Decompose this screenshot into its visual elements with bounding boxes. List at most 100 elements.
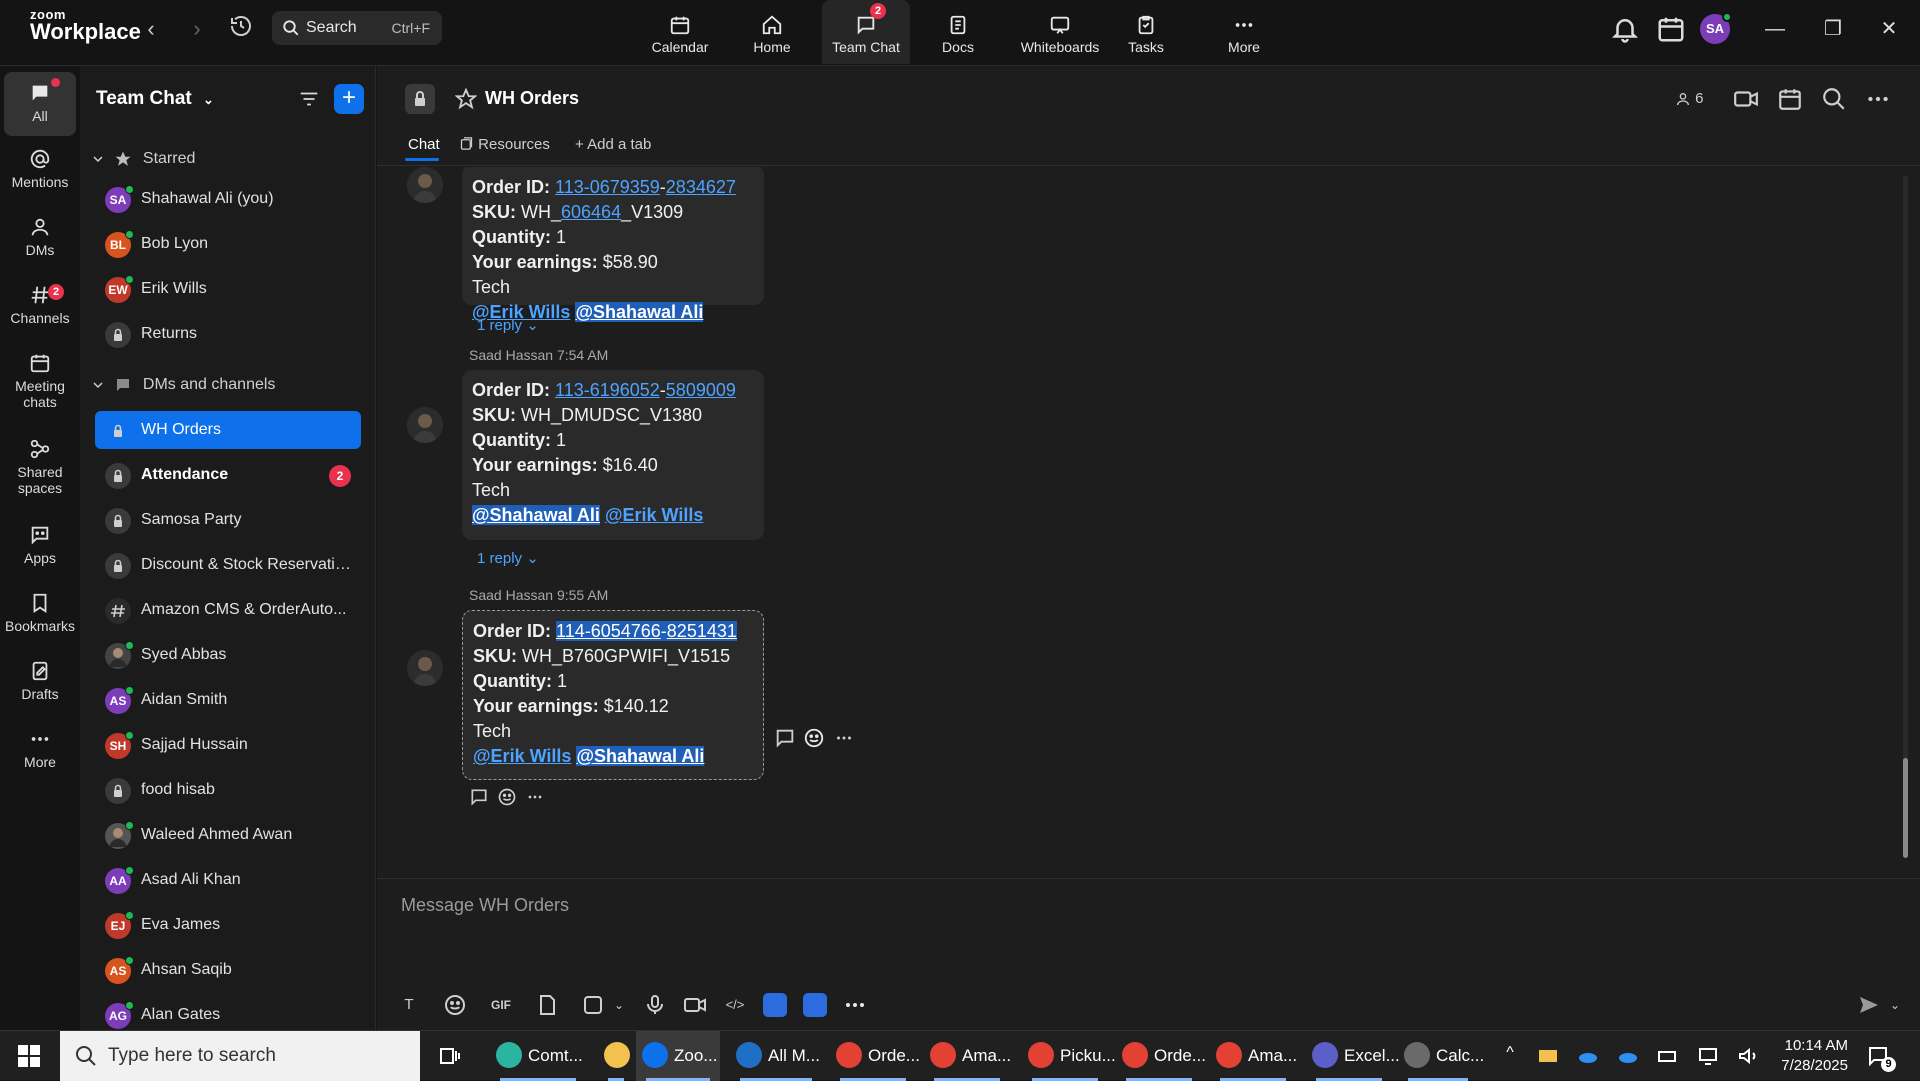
message-input[interactable]: Message WH Orders (401, 895, 569, 916)
sidebar-chat-item[interactable]: EJ Eva James (95, 906, 361, 944)
rail-channels[interactable]: 2 Channels (4, 284, 76, 326)
notifications-button[interactable]: 9 (1866, 1044, 1896, 1072)
message-list[interactable]: Order ID: 113-0679359 - 2834627 SKU: WH_60… (377, 167, 1920, 878)
reply-count-link[interactable]: 1 reply ⌄ (477, 549, 539, 567)
message-composer[interactable]: Message WH Orders T GIF ⌄ </> ⌄ (377, 878, 1920, 1030)
mention[interactable]: @Erik Wills (605, 505, 703, 525)
sender-avatar[interactable] (407, 167, 443, 203)
search-icon[interactable] (1821, 86, 1847, 112)
tab-calendar[interactable]: Calendar (640, 0, 720, 64)
new-chat-button[interactable]: + (334, 84, 364, 114)
calendar-icon[interactable] (1777, 86, 1803, 112)
add-reaction-icon[interactable] (803, 727, 825, 749)
battery-icon[interactable] (1656, 1044, 1680, 1068)
starred-item[interactable]: SA Shahawal Ali (you) (95, 180, 361, 218)
more-options-icon[interactable] (1865, 86, 1891, 112)
emoji-icon[interactable] (443, 993, 467, 1017)
forward-arrow-icon[interactable]: › (182, 14, 212, 44)
message-bubble[interactable]: Order ID: 113-6196052-5809009 SKU: WH_DM… (462, 370, 764, 540)
members-button[interactable]: 6 (1675, 90, 1704, 107)
sidebar-chat-item[interactable]: AS Aidan Smith (95, 681, 361, 719)
order-id-link[interactable]: 113-6196052 (555, 380, 660, 400)
sidebar-chat-item[interactable]: AS Ahsan Saqib (95, 951, 361, 989)
sidebar-chat-item[interactable]: AA Asad Ali Khan (95, 861, 361, 899)
star-icon[interactable] (455, 88, 477, 110)
message-bubble-selected[interactable]: Order ID: 114-6054766-8251431 SKU: WH_B7… (462, 610, 764, 780)
taskbar-app[interactable]: Ama... (924, 1031, 1011, 1081)
gif-button[interactable]: GIF (489, 993, 513, 1017)
taskbar-app[interactable]: Zoo... (636, 1031, 720, 1081)
taskbar-app[interactable]: Picku... (1022, 1031, 1116, 1081)
taskbar-app[interactable]: Ama... (1210, 1031, 1297, 1081)
chevron-down-icon[interactable]: ⌄ (607, 993, 631, 1017)
taskbar-app[interactable]: Comt... (490, 1031, 586, 1081)
app-icon-1[interactable] (763, 993, 787, 1017)
network-icon[interactable] (1696, 1044, 1720, 1068)
microphone-icon[interactable] (643, 993, 667, 1017)
volume-icon[interactable] (1736, 1044, 1760, 1068)
sku-link[interactable]: 606464 (561, 202, 621, 222)
text-format-icon[interactable]: T (397, 993, 421, 1017)
rail-dms[interactable]: DMs (4, 216, 76, 258)
sidebar-chat-item[interactable]: Discount & Stock Reservatio... (95, 546, 361, 584)
mention[interactable]: @Erik Wills (473, 746, 571, 766)
order-id-link-selected[interactable]: 114-6054766 (556, 621, 661, 641)
sidebar-chat-item[interactable]: Samosa Party (95, 501, 361, 539)
starred-item[interactable]: EW Erik Wills (95, 270, 361, 308)
rail-bookmarks[interactable]: Bookmarks (4, 592, 76, 634)
taskbar-app[interactable]: Orde... (1116, 1031, 1206, 1081)
onedrive-icon[interactable] (1576, 1044, 1600, 1068)
more-actions-icon[interactable] (833, 727, 855, 749)
sidebar-title[interactable]: Team Chat ⌄ (96, 88, 214, 110)
sidebar-chat-item[interactable]: Syed Abbas (95, 636, 361, 674)
close-button[interactable]: ✕ (1874, 14, 1904, 44)
tab-docs[interactable]: Docs (918, 0, 998, 64)
bell-icon[interactable] (1610, 14, 1640, 44)
order-id-link[interactable]: 2834627 (666, 177, 736, 197)
calendar-schedule-icon[interactable] (1656, 14, 1686, 44)
channel-name[interactable]: WH Orders (485, 88, 579, 109)
rail-mentions[interactable]: Mentions (4, 148, 76, 190)
rail-meeting-chats[interactable]: Meeting chats (4, 352, 76, 410)
starred-section-header[interactable]: Starred (92, 150, 195, 168)
add-reaction-icon[interactable] (497, 787, 517, 807)
taskbar-search[interactable]: Type here to search (60, 1031, 420, 1081)
taskbar-app[interactable]: Orde... (830, 1031, 920, 1081)
search-box[interactable]: Search Ctrl+F (272, 11, 442, 45)
taskbar-app[interactable]: All M... (730, 1031, 822, 1081)
sidebar-chat-item[interactable]: Waleed Ahmed Awan (95, 816, 361, 854)
sender-avatar[interactable] (407, 407, 443, 443)
message-bubble[interactable]: Order ID: 113-0679359-2834627 SKU: WH_60… (462, 167, 764, 322)
dms-section-header[interactable]: DMs and channels (92, 376, 275, 394)
back-arrow-icon[interactable]: ‹ (136, 14, 166, 44)
sidebar-chat-item[interactable]: WH Orders (95, 411, 361, 449)
taskbar-app[interactable] (598, 1031, 634, 1081)
video-icon[interactable] (1733, 86, 1759, 112)
sender-name[interactable]: Saad Hassan (469, 587, 553, 603)
taskbar-clock[interactable]: 10:14 AM 7/28/2025 (1758, 1036, 1848, 1076)
mention-self[interactable]: @Shahawal Ali (575, 302, 704, 322)
tab-tasks[interactable]: Tasks (1108, 0, 1184, 64)
sidebar-chat-item[interactable]: Amazon CMS & OrderAuto... (95, 591, 361, 629)
screenshot-icon[interactable] (581, 993, 605, 1017)
rail-more[interactable]: More (4, 728, 76, 770)
sender-avatar[interactable] (407, 650, 443, 686)
reply-icon[interactable] (469, 787, 489, 807)
order-id-link[interactable]: 5809009 (666, 380, 736, 400)
video-message-icon[interactable] (683, 993, 707, 1017)
sidebar-chat-item[interactable]: AG Alan Gates (95, 996, 361, 1030)
mention-self[interactable]: @Shahawal Ali (472, 505, 600, 525)
tab-home[interactable]: Home (732, 0, 812, 64)
tab-resources[interactable]: Resources (459, 136, 550, 153)
tab-more[interactable]: More (1204, 0, 1284, 64)
tray-chevron-up-icon[interactable]: ^ (1498, 1044, 1522, 1068)
tab-team-chat[interactable]: 2 Team Chat (822, 0, 910, 64)
mail-icon[interactable] (1536, 1044, 1560, 1068)
message-scrollbar-thumb[interactable] (1903, 758, 1908, 858)
sidebar-chat-item[interactable]: food hisab (95, 771, 361, 809)
starred-item[interactable]: BL Bob Lyon (95, 225, 361, 263)
user-avatar[interactable]: SA (1700, 12, 1732, 44)
message-scrollbar[interactable] (1903, 176, 1908, 776)
reply-icon[interactable] (774, 727, 796, 749)
tab-whiteboards[interactable]: Whiteboards (1008, 0, 1112, 64)
